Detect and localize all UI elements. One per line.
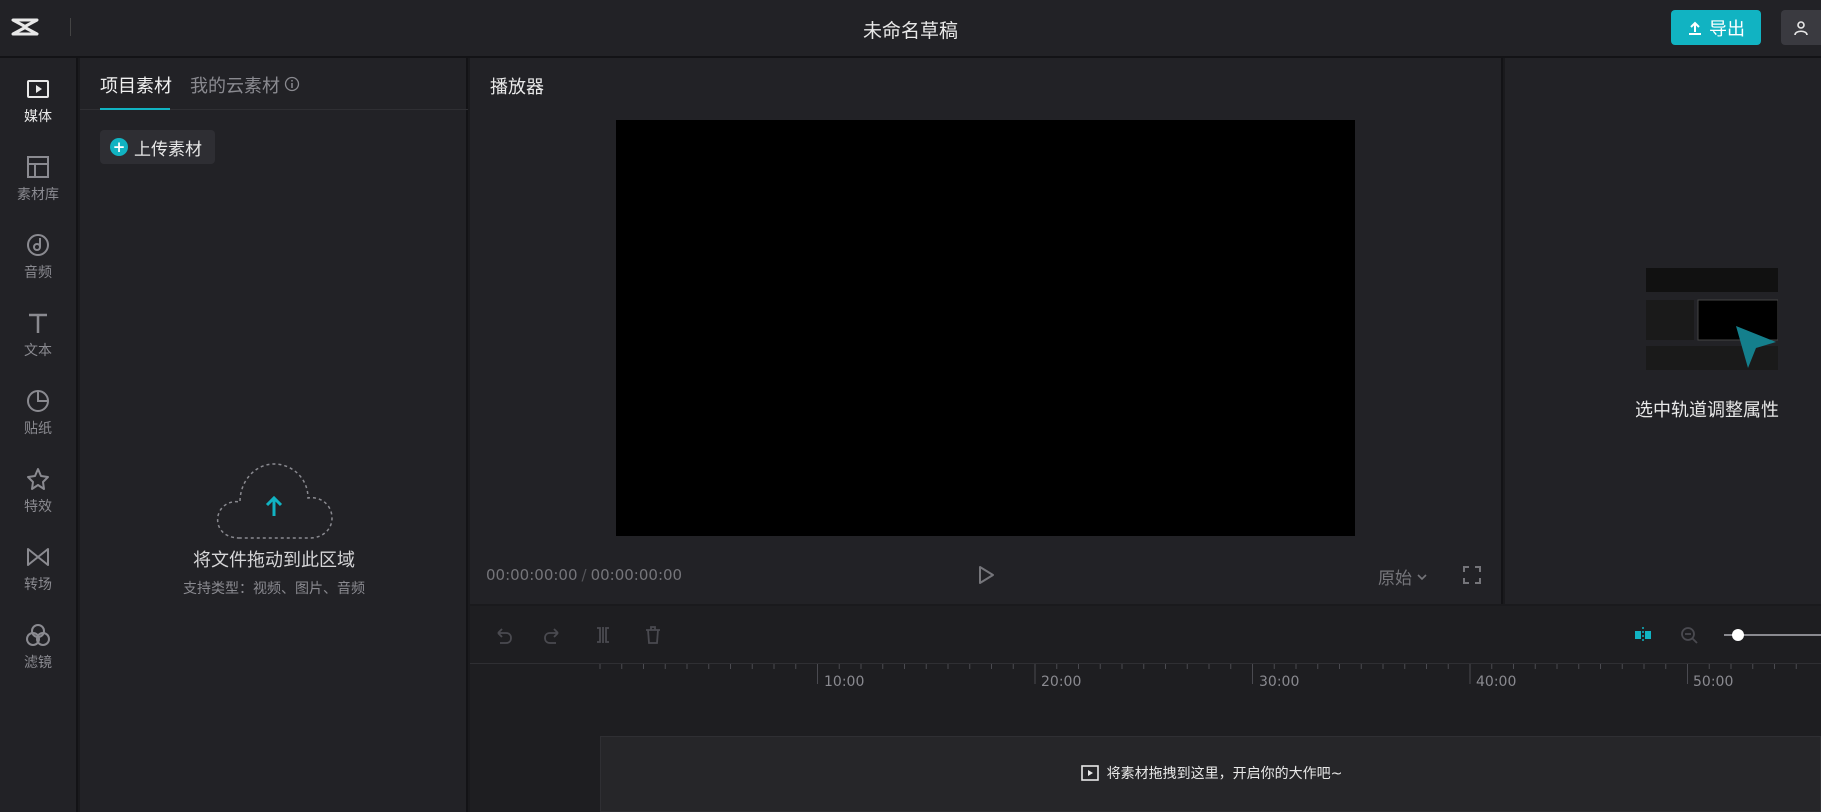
ratio-label: 原始 bbox=[1378, 569, 1412, 589]
document-title[interactable]: 未命名草稿 bbox=[0, 16, 1821, 43]
nav-label: 文本 bbox=[24, 343, 52, 359]
upload-label: 上传素材 bbox=[134, 139, 202, 160]
left-nav: 媒体 素材库 音频 文本 贴纸 特效 转场 滤镜 bbox=[0, 58, 78, 812]
tab-cloud-assets[interactable]: 我的云素材 bbox=[190, 72, 280, 98]
library-icon bbox=[27, 156, 49, 178]
timeline-panel: 10:00 20:00 30:00 40:00 50:00 将素材拖拽到这里，开… bbox=[470, 606, 1821, 812]
track-hint: 将素材拖拽到这里，开启你的大作吧~ bbox=[601, 763, 1821, 783]
ruler-tick-label: 30:00 bbox=[1259, 674, 1300, 690]
properties-hint: 选中轨道调整属性 bbox=[1635, 400, 1779, 421]
snap-icon[interactable] bbox=[1632, 624, 1654, 646]
player-title: 播放器 bbox=[490, 77, 544, 98]
transition-icon bbox=[27, 548, 49, 566]
nav-label: 滤镜 bbox=[24, 655, 52, 671]
text-icon bbox=[29, 313, 47, 333]
ruler-tick-label: 50:00 bbox=[1693, 674, 1734, 690]
select-track-illustration-icon bbox=[1646, 268, 1778, 370]
nav-label: 素材库 bbox=[17, 187, 59, 203]
chevron-down-icon bbox=[1417, 573, 1427, 580]
redo-icon[interactable] bbox=[542, 624, 564, 646]
drop-zone-title: 将文件拖动到此区域 bbox=[193, 550, 355, 571]
audio-icon bbox=[27, 234, 49, 256]
total-time: 00:00:00:00 bbox=[590, 566, 683, 584]
media-icon bbox=[1080, 765, 1099, 781]
nav-item-library[interactable]: 素材库 bbox=[0, 146, 76, 212]
time-display: 00:00:00:00/00:00:00:00 bbox=[486, 566, 683, 584]
user-icon bbox=[1794, 20, 1808, 35]
zoom-out-icon[interactable] bbox=[1678, 624, 1700, 646]
media-tabs: 项目素材 我的云素材 bbox=[80, 58, 468, 110]
capcut-logo-icon[interactable] bbox=[10, 15, 40, 39]
fullscreen-icon[interactable] bbox=[1462, 565, 1482, 585]
upload-assets-button[interactable]: + 上传素材 bbox=[100, 130, 215, 164]
nav-item-audio[interactable]: 音频 bbox=[0, 224, 76, 290]
timeline-toolbar bbox=[470, 606, 1821, 664]
undo-icon[interactable] bbox=[492, 624, 514, 646]
media-panel: 项目素材 我的云素材 + 上传素材 将文件拖动到此区域 支持类型：视频、图片、音… bbox=[80, 58, 468, 812]
upload-icon bbox=[1689, 21, 1701, 35]
current-time: 00:00:00:00 bbox=[486, 566, 578, 584]
filter-icon bbox=[26, 624, 50, 646]
nav-label: 转场 bbox=[24, 577, 52, 593]
ruler-tick-label: 10:00 bbox=[824, 674, 865, 690]
nav-item-filter[interactable]: 滤镜 bbox=[0, 614, 76, 680]
nav-label: 媒体 bbox=[24, 109, 52, 125]
nav-item-transition[interactable]: 转场 bbox=[0, 536, 76, 602]
top-bar: 未命名草稿 导出 bbox=[0, 0, 1821, 58]
sticker-icon bbox=[27, 390, 49, 412]
play-icon[interactable] bbox=[976, 564, 996, 586]
nav-label: 特效 bbox=[24, 499, 52, 515]
nav-item-sticker[interactable]: 贴纸 bbox=[0, 380, 76, 446]
info-icon[interactable] bbox=[284, 76, 300, 92]
ruler-tick-label: 20:00 bbox=[1041, 674, 1082, 690]
ruler-tick-label: 40:00 bbox=[1476, 674, 1517, 690]
properties-panel: 选中轨道调整属性 bbox=[1505, 58, 1821, 604]
track-hint-text: 将素材拖拽到这里，开启你的大作吧~ bbox=[1106, 766, 1343, 782]
nav-item-media[interactable]: 媒体 bbox=[0, 68, 76, 134]
split-icon[interactable] bbox=[592, 624, 614, 646]
nav-item-effects[interactable]: 特效 bbox=[0, 458, 76, 524]
nav-label: 贴纸 bbox=[24, 421, 52, 437]
tab-project-assets[interactable]: 项目素材 bbox=[100, 72, 172, 98]
cloud-upload-icon[interactable] bbox=[212, 458, 336, 540]
nav-item-text[interactable]: 文本 bbox=[0, 302, 76, 368]
user-button[interactable] bbox=[1781, 10, 1821, 45]
nav-label: 音频 bbox=[24, 265, 52, 281]
active-tab-underline bbox=[100, 108, 170, 110]
drop-zone-subtitle: 支持类型：视频、图片、音频 bbox=[183, 581, 365, 597]
zoom-slider-knob[interactable] bbox=[1732, 629, 1744, 641]
export-button[interactable]: 导出 bbox=[1671, 10, 1761, 45]
top-divider bbox=[70, 18, 71, 36]
media-icon bbox=[27, 80, 49, 98]
main-track-dropzone[interactable]: 将素材拖拽到这里，开启你的大作吧~ bbox=[600, 736, 1821, 812]
export-label: 导出 bbox=[1709, 18, 1745, 40]
plus-icon: + bbox=[110, 138, 128, 156]
video-preview[interactable] bbox=[616, 120, 1355, 536]
effects-icon bbox=[27, 468, 49, 490]
ratio-dropdown[interactable]: 原始 bbox=[1378, 564, 1428, 589]
player-panel: 播放器 00:00:00:00/00:00:00:00 原始 bbox=[470, 58, 1503, 604]
delete-icon[interactable] bbox=[642, 624, 664, 646]
timeline-ruler[interactable] bbox=[470, 664, 1821, 698]
